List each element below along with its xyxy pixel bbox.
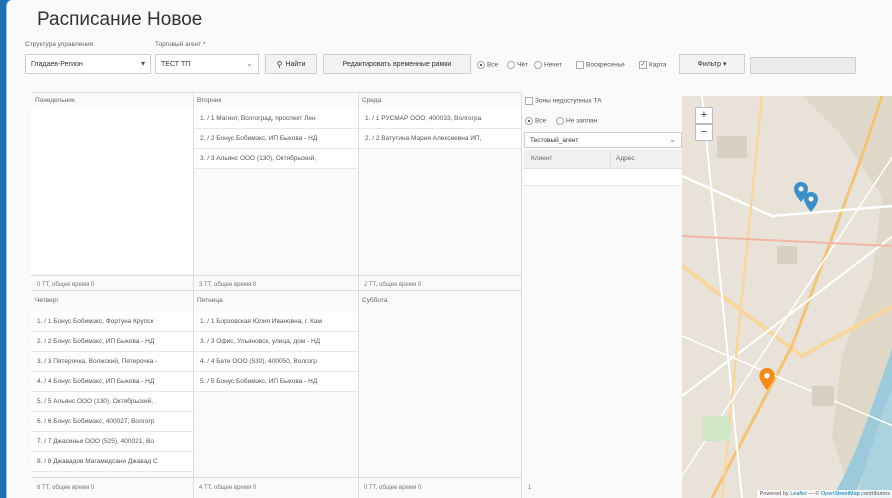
map-marker-icon[interactable] xyxy=(804,192,818,212)
list-item[interactable]: 5. / 5 Альянс ООО (130), Октябрьский, . xyxy=(31,392,193,412)
side-radio-all-label: Все xyxy=(535,117,547,125)
map-label: Карта xyxy=(649,61,667,69)
col-client: Клиент xyxy=(531,155,553,162)
radio-odd-label: Нечет xyxy=(544,61,562,69)
side-agent-select[interactable]: Тестовый_агент ⌄ xyxy=(524,132,682,148)
list-item[interactable]: 1. / 1 Магнит, Волгоград, проспект Лен xyxy=(194,109,358,129)
grid-divider xyxy=(358,92,359,498)
checkmark-icon: ✓ xyxy=(639,61,647,69)
sunday-label: Воскресенье xyxy=(586,61,625,69)
map-marker-icon[interactable] xyxy=(759,368,775,390)
zones-checkbox[interactable]: Зоны недоступных ТА xyxy=(525,97,602,105)
list-item[interactable]: 6. / 6 Бонус Бобимэкс, 400027, Волгогр xyxy=(31,412,193,432)
checkbox-icon xyxy=(525,97,533,105)
list-item[interactable]: 1. / 1 Борзовская Юлия Ивановна, г. Кам xyxy=(194,312,358,332)
list-item[interactable]: 1. / 1 РУСМАР ООО, 400033, Волгогра xyxy=(359,109,521,129)
side-footer: 1 xyxy=(528,485,532,491)
day-footer-tue: 3 ТТ, общее время 0 xyxy=(199,282,257,288)
radio-icon xyxy=(525,117,533,125)
table-row[interactable] xyxy=(524,169,682,186)
map-tiles xyxy=(682,96,892,498)
structure-value: Гладаев-Регион xyxy=(31,60,83,68)
agent-value: ТЕСТ ТП xyxy=(161,60,191,68)
list-item[interactable]: 2. / 2 Бонус Бобимэкс, ИП Быкова - НД xyxy=(31,332,193,352)
radio-odd[interactable]: Нечет xyxy=(534,61,562,69)
leaflet-link[interactable]: Leaflet xyxy=(790,491,807,497)
grid-divider xyxy=(31,275,521,276)
chevron-down-icon: ⌄ xyxy=(669,135,676,144)
grid-divider xyxy=(31,290,521,291)
attrib-sep: — © xyxy=(808,491,820,497)
app-window: Расписание Новое Структура управления Гл… xyxy=(6,0,892,498)
day-footer-thu: 8 ТТ, общее время 0 xyxy=(37,485,95,491)
col-address: Адрес xyxy=(616,155,635,162)
radio-even-icon xyxy=(507,61,515,69)
side-radio-unplanned[interactable]: Не заплан xyxy=(556,117,597,125)
list-item[interactable]: 1. / 1 Бонус Бобимэкс, Фортуна Крупск xyxy=(31,312,193,332)
day-header-wed: Среда xyxy=(362,97,382,104)
grid-top-border xyxy=(31,92,521,93)
attrib-suffix: contributors xyxy=(861,491,890,497)
day-footer-fri: 4 ТТ, общее время 0 xyxy=(199,485,257,491)
radio-all[interactable]: Все xyxy=(477,61,498,69)
list-item[interactable]: 3. / 3 Офис, Ульяновск, улица, дом - НД xyxy=(194,332,358,352)
day-header-mon: Понедельник xyxy=(35,97,75,104)
sunday-checkbox[interactable]: Воскресенье xyxy=(576,61,625,69)
map-view[interactable]: + − Powered by Leaflet — © OpenStreetMap… xyxy=(682,96,892,498)
page-title: Расписание Новое xyxy=(37,9,203,30)
list-item[interactable]: 4. / 4 Бети ООО (530), 400050, Волгогр xyxy=(194,352,358,372)
find-button[interactable]: ⚲ Найти xyxy=(265,54,317,74)
checkbox-icon xyxy=(576,61,584,69)
day-header-thu: Четверг xyxy=(35,297,59,304)
extra-field[interactable] xyxy=(750,57,856,74)
find-label: Найти xyxy=(285,60,306,68)
zoom-in-button[interactable]: + xyxy=(695,107,713,124)
list-item[interactable]: 3. / 3 Пятерочка, Волжский, Пятерочка - xyxy=(31,352,193,372)
side-radio-all[interactable]: Все xyxy=(525,117,546,125)
list-item[interactable]: 2. / 2 Бонус Бобимэкс, ИП Быкова - НД xyxy=(194,129,358,149)
day-header-tue: Вторник xyxy=(197,97,222,104)
radio-odd-icon xyxy=(534,61,542,69)
radio-icon xyxy=(556,117,564,125)
side-radio-unplanned-label: Не заплан xyxy=(566,117,598,125)
filter-button[interactable]: Фильтр ▾ xyxy=(679,54,745,74)
day-panel-mon[interactable] xyxy=(31,108,193,274)
radio-all-label: Все xyxy=(487,61,499,69)
day-header-sat: Суббота xyxy=(362,297,388,304)
map-attribution: Powered by Leaflet — © OpenStreetMap con… xyxy=(756,490,892,498)
map-checkbox[interactable]: ✓ Карта xyxy=(639,61,666,69)
chevron-down-icon: ⌄ xyxy=(246,59,253,68)
radio-even-label: Чёт xyxy=(517,61,528,69)
radio-even[interactable]: Чёт xyxy=(507,61,528,69)
day-footer-wed: 2 ТТ, общее время 0 xyxy=(364,282,422,288)
agent-label: Торговый агент * xyxy=(155,41,206,48)
zones-label: Зоны недоступных ТА xyxy=(535,97,602,105)
agent-select[interactable]: ТЕСТ ТП ⌄ xyxy=(155,54,259,74)
list-item[interactable]: 8. / 8 Джавадов Магамедсани Джавад С xyxy=(31,452,193,472)
grid-divider xyxy=(31,477,521,478)
list-item[interactable]: 3. / 3 Альянс ООО (130), Октябрьский, xyxy=(194,149,358,169)
edit-timeframes-button[interactable]: Редактировать временные рамки xyxy=(323,54,471,74)
day-footer-sat: 0 ТТ, общее время 0 xyxy=(364,485,422,491)
list-item[interactable]: 5. / 5 Бонус Бобимэкс, ИП Быкова - НД xyxy=(194,372,358,392)
radio-all-icon xyxy=(477,61,485,69)
search-icon: ⚲ xyxy=(276,59,283,69)
list-item[interactable]: 2. / 2 Ватутина Мария Алексеевна ИП, xyxy=(359,129,521,149)
day-footer-mon: 0 ТТ, общее время 0 xyxy=(37,282,95,288)
list-item[interactable]: 4. / 4 Бонус Бобимэкс, ИП Быкова - НД xyxy=(31,372,193,392)
structure-select[interactable]: Гладаев-Регион ▾ xyxy=(25,54,151,74)
grid-divider xyxy=(521,92,522,498)
structure-label: Структура управления xyxy=(25,41,94,48)
day-header-fri: Пятница xyxy=(197,297,223,304)
osm-link[interactable]: OpenStreetMap xyxy=(821,491,860,497)
caret-down-icon: ▾ xyxy=(140,59,145,68)
side-agent-value: Тестовый_агент xyxy=(530,136,579,144)
list-item[interactable]: 7. / 7 Джасиньи ООО (525), 400021, Во xyxy=(31,432,193,452)
zoom-out-button[interactable]: − xyxy=(695,124,713,141)
attrib-prefix: Powered by xyxy=(759,491,789,497)
